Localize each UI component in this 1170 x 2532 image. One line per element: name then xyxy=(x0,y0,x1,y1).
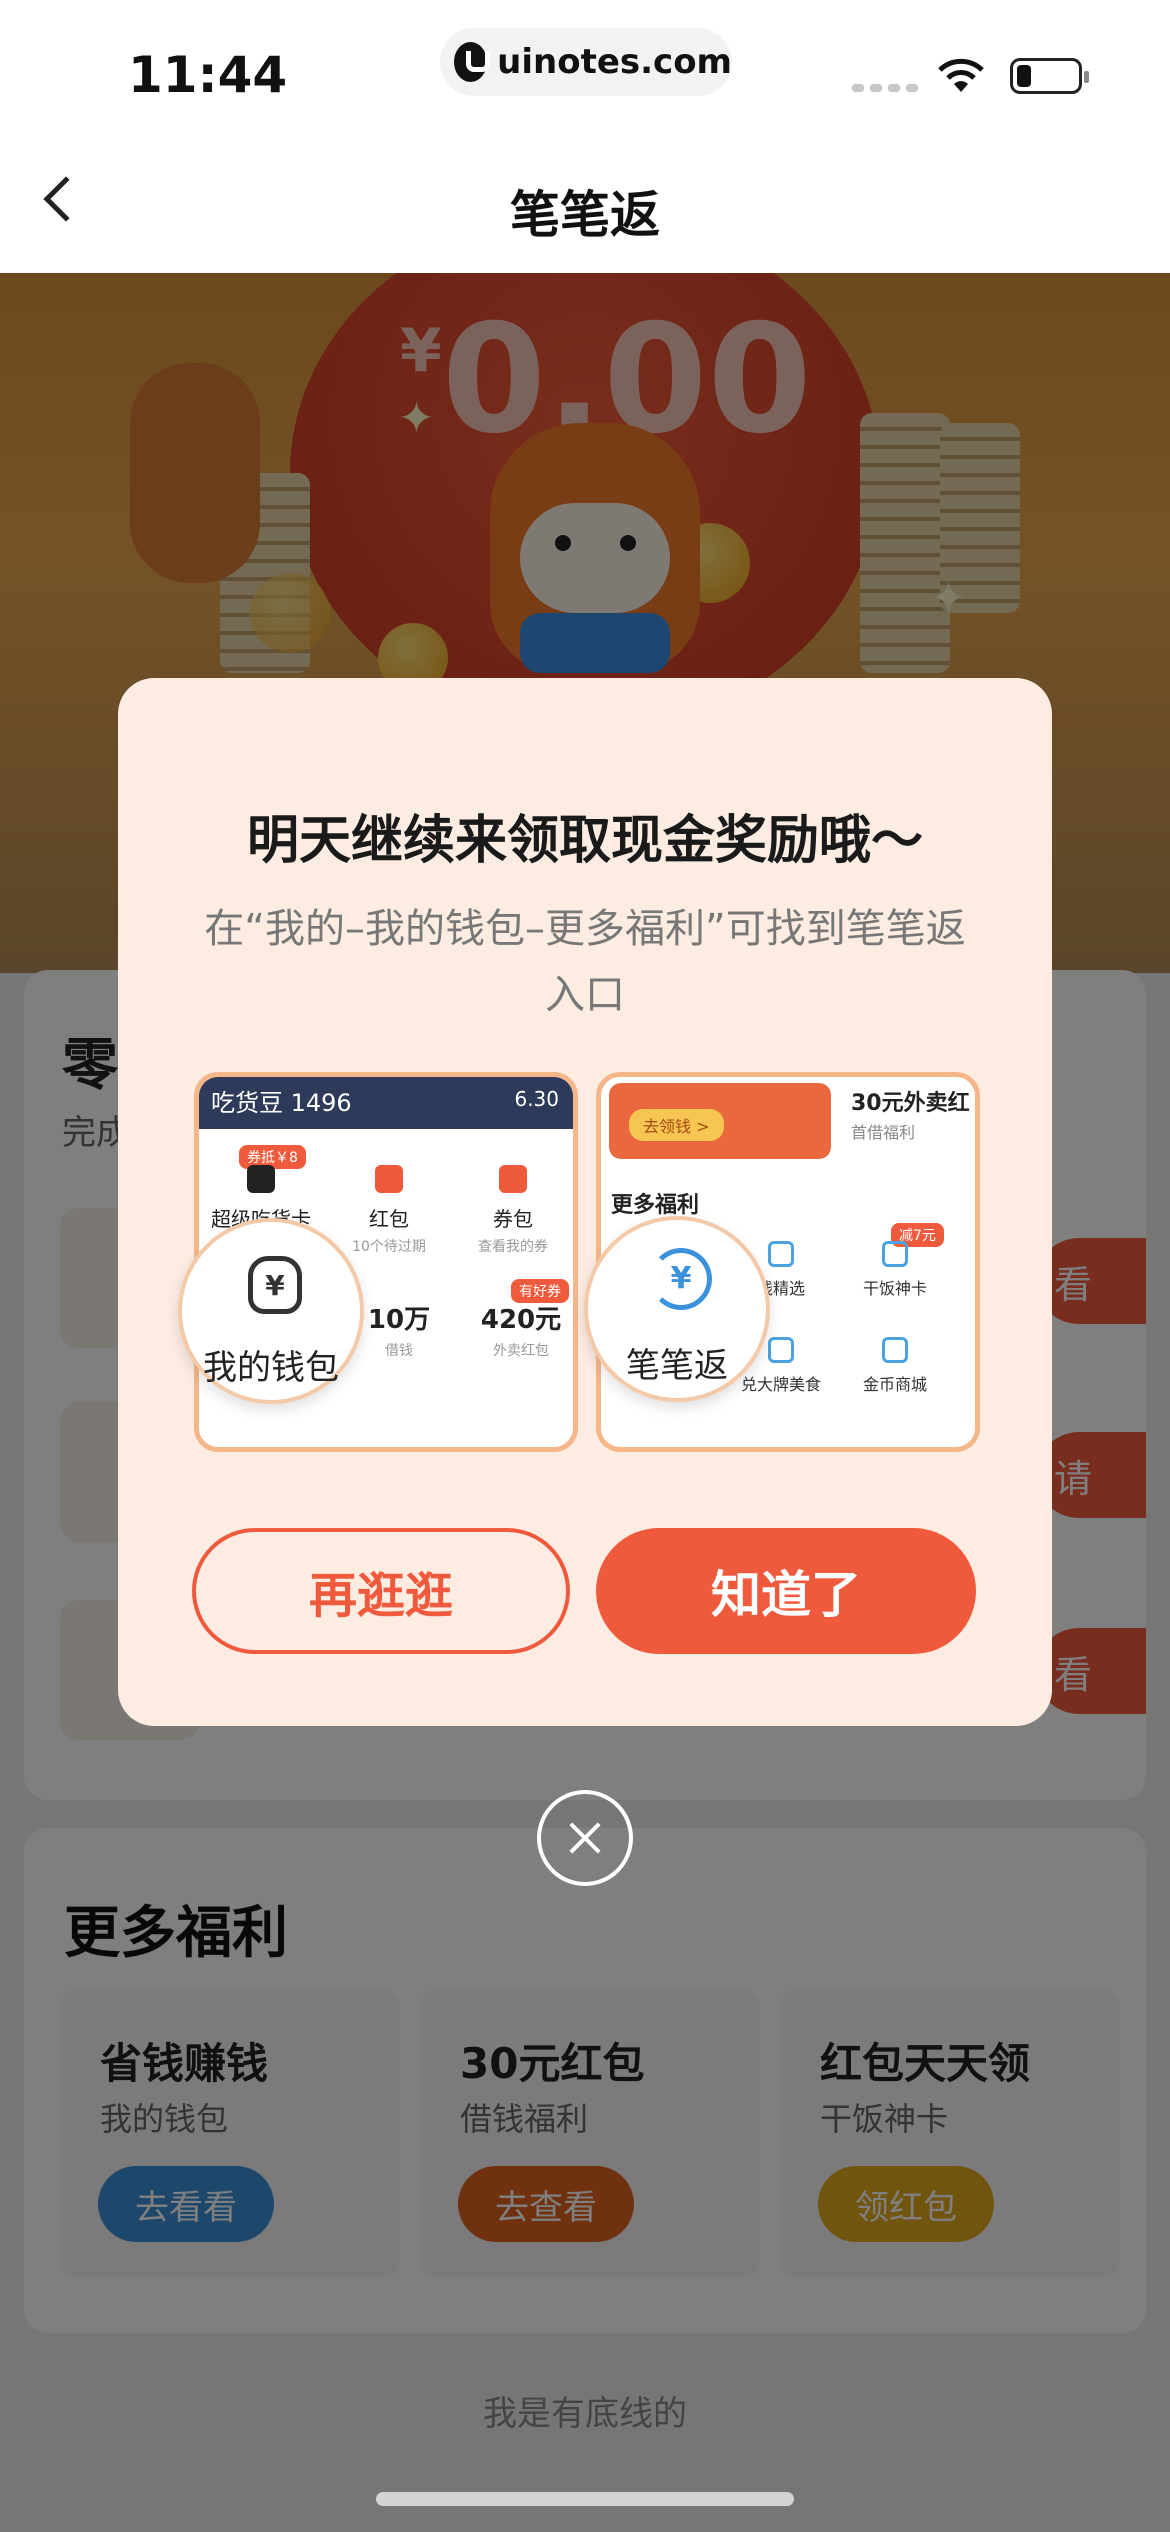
shot-banner-chip: 去领钱 > xyxy=(629,1109,724,1141)
modal-title: 明天继续来领取现金奖励哦～ xyxy=(246,811,923,871)
shot-item: 干饭神卡 xyxy=(845,1241,945,1299)
battery-icon xyxy=(1010,58,1089,94)
cellular-signal-icon xyxy=(852,84,918,92)
rebate-cycle-icon xyxy=(650,1248,712,1310)
shot-section-title: 更多福利 xyxy=(611,1193,700,1218)
status-time: 11:44 xyxy=(128,46,288,104)
rebate-magnifier-label: 笔笔返 xyxy=(626,1346,728,1386)
url-pill[interactable]: uinotes.com xyxy=(440,28,732,96)
coupon-icon xyxy=(499,1165,527,1193)
home-indicator[interactable] xyxy=(376,2492,794,2506)
red-packet-icon xyxy=(375,1165,403,1193)
shot-header: 吃货豆 1496 6.30 xyxy=(199,1077,573,1129)
reminder-modal: 明天继续来领取现金奖励哦～ 在“我的–我的钱包–更多福利”可找到笔笔返入口 吃货… xyxy=(118,678,1052,1726)
got-it-button[interactable]: 知道了 xyxy=(596,1528,976,1654)
shot-right-title: 30元外卖红 xyxy=(851,1091,970,1116)
url-text: uinotes.com xyxy=(497,42,732,82)
browse-again-button[interactable]: 再逛逛 xyxy=(192,1528,570,1654)
close-icon[interactable] xyxy=(537,1790,633,1886)
shot-cell: 420元 外卖红包 xyxy=(480,1305,562,1359)
shot-right-sub: 首借福利 xyxy=(851,1123,916,1142)
wallet-magnifier: 我的钱包 xyxy=(178,1218,364,1404)
card-icon xyxy=(247,1165,275,1193)
status-bar: 11:44 uinotes.com xyxy=(0,0,1170,135)
shot-cell: 券包 查看我的券 xyxy=(453,1165,573,1256)
wifi-icon xyxy=(938,58,984,92)
shot-cell: 10万 借钱 xyxy=(367,1305,431,1359)
rebate-magnifier: 笔笔返 xyxy=(584,1216,770,1402)
shot-header-label: 吃货豆 1496 xyxy=(211,1089,352,1117)
wallet-magnifier-label: 我的钱包 xyxy=(203,1348,339,1388)
nav-bar: 笔笔返 xyxy=(0,135,1170,273)
shot-item: 金币商城 xyxy=(845,1337,945,1395)
shot-header-right: 6.30 xyxy=(514,1087,559,1111)
shot-banner: 去领钱 > xyxy=(609,1083,831,1159)
page-title: 笔笔返 xyxy=(510,186,660,244)
site-logo-icon xyxy=(454,42,491,82)
shot-cell: 红包 10个待过期 xyxy=(329,1165,449,1256)
modal-description: 在“我的–我的钱包–更多福利”可找到笔笔返入口 xyxy=(204,906,966,1018)
wallet-icon xyxy=(248,1256,302,1314)
